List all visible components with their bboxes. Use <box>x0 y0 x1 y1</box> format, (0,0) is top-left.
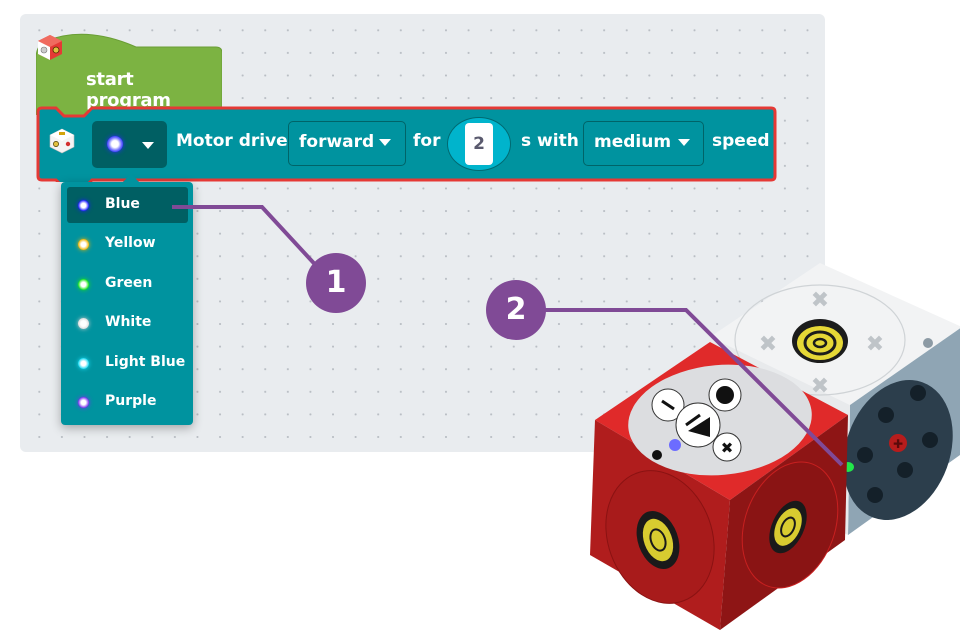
motor-drive-label: Motor drive <box>176 131 288 151</box>
chevron-down-icon <box>142 142 154 149</box>
callout-badge-2: 2 <box>486 280 546 340</box>
duration-field[interactable]: 2 <box>447 117 511 171</box>
menu-item-label: White <box>105 314 152 330</box>
svg-text:✖: ✖ <box>759 332 777 357</box>
svg-text:✖: ✖ <box>866 332 884 357</box>
chevron-down-icon <box>379 139 391 146</box>
menu-item-label: Light Blue <box>105 354 186 370</box>
svg-text:✖: ✖ <box>721 439 734 457</box>
menu-item-green[interactable]: Green <box>67 266 188 302</box>
white-dot-icon <box>78 318 89 329</box>
menu-item-purple[interactable]: Purple <box>67 384 188 420</box>
motor-cube-icon <box>49 128 75 154</box>
blue-dot-icon <box>78 200 89 211</box>
menu-pointer <box>123 174 139 182</box>
tinkerbots-cubes-illustration: ✖ ✖ ✖ ✖ ✚ ✖ <box>590 263 960 630</box>
svg-text:✖: ✖ <box>811 288 829 313</box>
speed-dropdown[interactable]: medium <box>583 121 704 166</box>
blue-led-icon <box>669 439 681 451</box>
tinkerbot-cube-icon <box>38 35 62 60</box>
start-program-block[interactable]: start program <box>36 33 222 115</box>
yellow-dot-icon <box>78 239 89 250</box>
menu-item-blue[interactable]: Blue <box>67 187 188 223</box>
speed-label: speed <box>712 131 770 151</box>
menu-item-label: Blue <box>105 196 140 212</box>
start-program-label: start program <box>86 69 171 111</box>
direction-value: forward <box>299 132 375 152</box>
light-blue-dot-icon <box>78 358 89 369</box>
chevron-down-icon <box>678 139 690 146</box>
menu-item-label: Yellow <box>105 235 156 251</box>
green-dot-icon <box>78 279 89 290</box>
menu-item-label: Green <box>105 275 153 291</box>
color-dropdown-menu: Blue Yellow Green White Light Blue Purpl… <box>61 174 193 425</box>
speed-value: medium <box>594 132 672 152</box>
for-label: for <box>413 131 441 151</box>
motor-drive-block[interactable]: Motor drive forward for 2 s with medium … <box>36 106 777 182</box>
svg-text:✖: ✖ <box>811 374 829 399</box>
svg-text:✚: ✚ <box>893 437 903 451</box>
menu-item-light-blue[interactable]: Light Blue <box>67 345 188 381</box>
duration-input[interactable]: 2 <box>465 123 493 165</box>
led-color-dropdown[interactable] <box>92 121 167 168</box>
purple-dot-icon <box>78 397 89 408</box>
menu-item-label: Purple <box>105 393 157 409</box>
s-with-label: s with <box>521 131 579 151</box>
menu-item-yellow[interactable]: Yellow <box>67 226 188 262</box>
direction-dropdown[interactable]: forward <box>288 121 406 166</box>
blue-led-dot-icon <box>107 136 123 152</box>
callout-badge-1: 1 <box>306 253 366 313</box>
menu-item-white[interactable]: White <box>67 305 188 341</box>
